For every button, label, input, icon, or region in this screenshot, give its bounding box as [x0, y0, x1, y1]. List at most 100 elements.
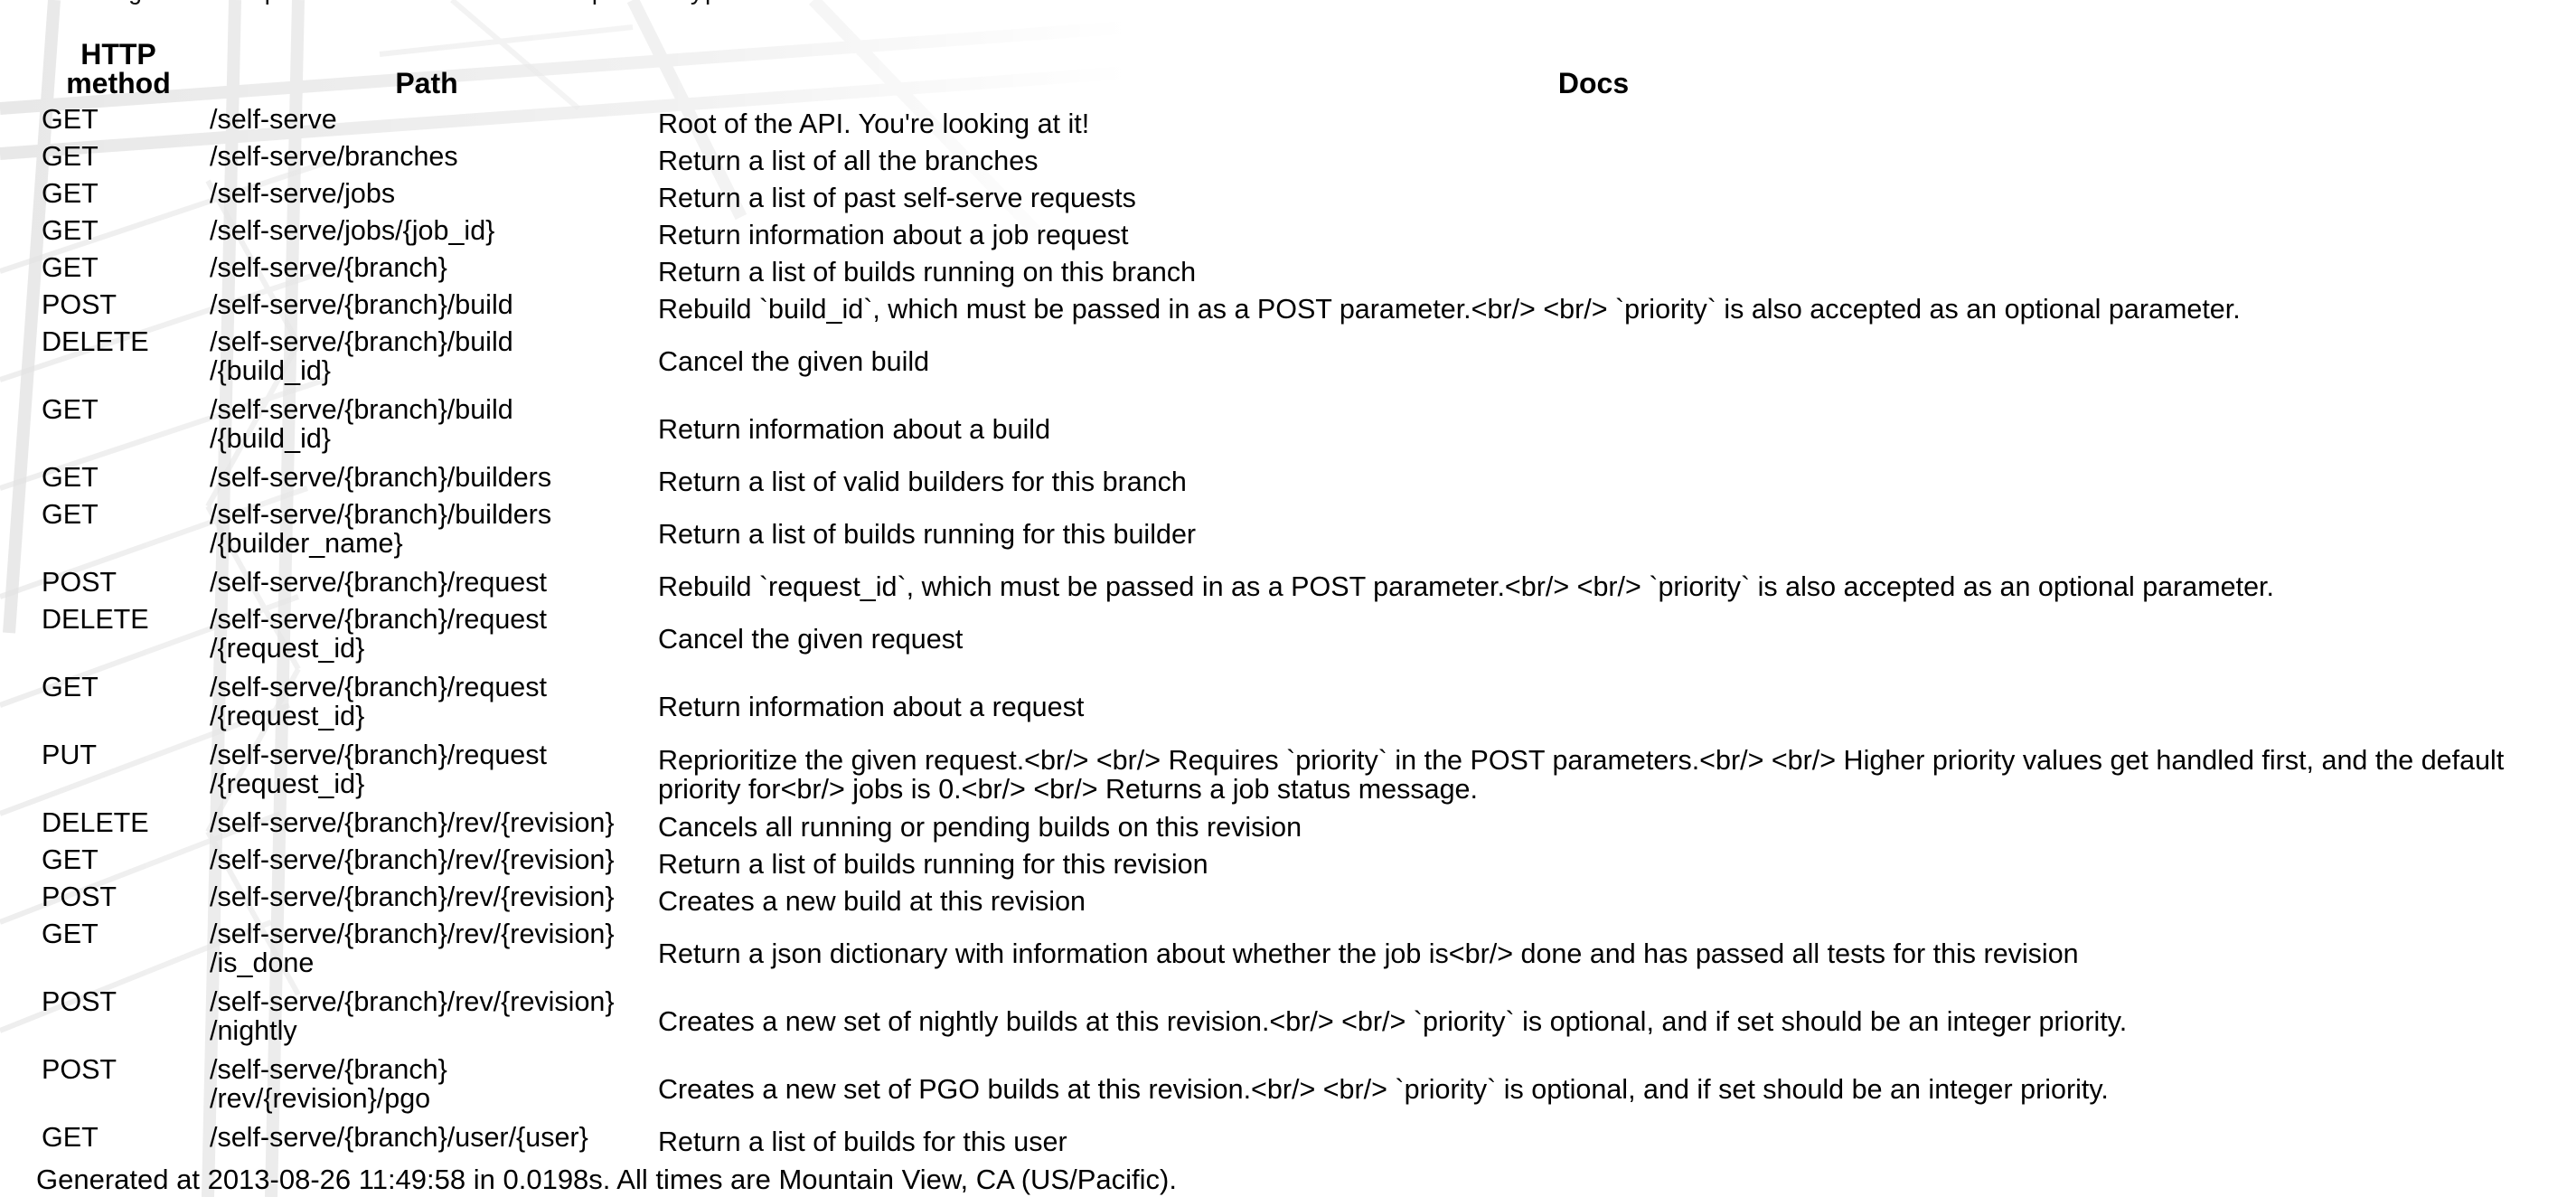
path-cell: /self-serve/{branch}/request/{request_id…: [202, 673, 651, 740]
api-endpoints-table: HTTP method Path Docs GET/self-serve Root…: [34, 40, 2536, 1160]
path-segment: /self-serve/{branch}/request: [210, 672, 547, 702]
path-segment: /nightly: [210, 1015, 297, 1046]
http-method-cell: GET: [42, 178, 99, 209]
path-segment: /self-serve/{branch}/build: [210, 289, 513, 320]
docs-cell: Return a list of builds running for this…: [658, 848, 1208, 880]
http-method-cell: DELETE: [42, 807, 149, 838]
table-row: GET/self-serve/{branch}/request/{request…: [34, 673, 2536, 740]
docs-column-header: Docs: [1557, 67, 1630, 99]
table-row: DELETE/self-serve/{branch}/request/{requ…: [34, 605, 2536, 673]
docs-cell: Return a list of valid builders for this…: [658, 466, 1187, 497]
path-segment: /self-serve/{branch}/user/{user}: [210, 1122, 588, 1153]
path-cell: /self-serve/{branch}/user/{user}: [202, 1123, 651, 1160]
path-cell: /self-serve/{branch}/builders/{builder_n…: [202, 500, 651, 568]
path-cell: /self-serve/{branch}/builders: [202, 463, 651, 500]
docs-cell: Rebuild `request_id`, which must be pass…: [658, 570, 2275, 602]
path-cell: /self-serve/{branch}/request/{request_id…: [202, 605, 651, 673]
table-row: GET/self-serve/jobs/{job_id} Return infor…: [34, 216, 2536, 253]
path-segment: /is_done: [210, 947, 315, 978]
path-cell: /self-serve/{branch}/rev/{revision}: [202, 882, 651, 919]
table-row: POST/self-serve/{branch}/rev/{revision}/…: [34, 987, 2536, 1055]
table-row: GET/self-serve/{branch}/rev/{revision}/i…: [34, 919, 2536, 987]
path-segment: /{request_id}: [210, 633, 365, 664]
table-body: GET/self-serve Root of the API. You're lo…: [34, 105, 2536, 1160]
path-cell: /self-serve/{branch}: [202, 253, 651, 290]
path-cell: /self-serve/{branch}/build/{build_id}: [202, 327, 651, 395]
table-row: GET/self-serve/jobs Return a list of past…: [34, 179, 2536, 216]
docs-cell: Return a list of builds for this user: [658, 1126, 1067, 1157]
path-cell: /self-serve/{branch}/rev/{revision}/nigh…: [202, 987, 651, 1055]
docs-cell: Return a list of all the branches: [658, 145, 1039, 176]
http-method-cell: DELETE: [42, 604, 149, 635]
docs-cell: Return a json dictionary with informatio…: [658, 938, 2079, 969]
path-cell: /self-serve/{branch}/request: [202, 568, 651, 605]
path-segment: /self-serve/jobs: [210, 178, 396, 209]
path-segment: /self-serve/{branch}/request: [210, 740, 547, 770]
docs-cell: Creates a new set of nightly builds at t…: [658, 1005, 2128, 1037]
docs-cell: Return information about a build: [658, 413, 1051, 445]
http-method-cell: GET: [42, 394, 99, 425]
docs-cell: Return a list of builds running for this…: [658, 518, 1197, 550]
path-segment: /{build_id}: [210, 423, 331, 454]
table-row: GET/self-serve/{branch}/builders/{builde…: [34, 500, 2536, 568]
http-method-cell: GET: [42, 672, 99, 702]
path-cell: /self-serve/{branch}/rev/{revision}: [202, 808, 651, 845]
docs-cell: Root of the API. You're looking at it!: [658, 108, 1090, 139]
table-row: GET/self-serve/{branch}/builders Return a…: [34, 463, 2536, 500]
path-segment: /self-serve/{branch}/builders: [210, 462, 552, 493]
intro-text: Missing or bad parameters for the reques…: [36, 0, 1160, 7]
http-method-cell: POST: [42, 1054, 118, 1085]
docs-cell: Rebuild `build_id`, which must be passed…: [658, 293, 2241, 325]
table-row: POST/self-serve/{branch}/build Rebuild `b…: [34, 290, 2536, 327]
table-row: DELETE/self-serve/{branch}/build/{build_…: [34, 327, 2536, 395]
docs-cell: Cancel the given request: [658, 623, 964, 655]
path-column-header: Path: [395, 67, 458, 99]
table-row: GET/self-serve/{branch} Return a list of …: [34, 253, 2536, 290]
path-segment: /self-serve/{branch}/build: [210, 394, 513, 425]
table-row: GET/self-serve/{branch}/rev/{revision} Re…: [34, 845, 2536, 882]
method-column-header: HTTP method: [66, 38, 171, 99]
http-method-cell: GET: [42, 462, 99, 493]
http-method-cell: GET: [42, 499, 99, 530]
http-method-cell: POST: [42, 986, 118, 1017]
http-method-cell: POST: [42, 567, 118, 598]
path-segment: /self-serve/jobs/{job_id}: [210, 215, 495, 246]
path-segment: /self-serve/{branch}/request: [210, 604, 547, 635]
path-segment: /{builder_name}: [210, 528, 403, 559]
http-method-cell: POST: [42, 881, 118, 912]
path-cell: /self-serve/{branch}/request/{request_id…: [202, 740, 651, 808]
path-segment: /self-serve/{branch}/rev/{revision}: [210, 986, 615, 1017]
path-segment: /self-serve/{branch}: [210, 252, 447, 283]
path-segment: /{request_id}: [210, 768, 365, 799]
path-cell: /self-serve/{branch}/build/{build_id}: [202, 395, 651, 463]
path-cell: /self-serve/{branch}/rev/{revision}: [202, 845, 651, 882]
docs-cell: Cancel the given build: [658, 345, 930, 377]
path-segment: /self-serve/{branch}/rev/{revision}: [210, 919, 615, 949]
docs-cell: Creates a new set of PGO builds at this …: [658, 1073, 2109, 1105]
path-cell: /self-serve/branches: [202, 142, 651, 179]
http-method-cell: GET: [42, 141, 99, 172]
table-row: GET/self-serve Root of the API. You're lo…: [34, 105, 2536, 142]
path-segment: /self-serve/{branch}/builders: [210, 499, 552, 530]
docs-cell: Return a list of builds running on this …: [658, 256, 1197, 287]
http-method-cell: GET: [42, 252, 99, 283]
path-segment: /self-serve/{branch}/rev/{revision}: [210, 807, 615, 838]
table-row: POST/self-serve/{branch}/rev/{revision} C…: [34, 882, 2536, 919]
table-row: DELETE/self-serve/{branch}/rev/{revision…: [34, 808, 2536, 845]
path-segment: /{build_id}: [210, 355, 331, 386]
http-method-cell: GET: [42, 919, 99, 949]
http-method-cell: GET: [42, 215, 99, 246]
table-row: POST/self-serve/{branch}/request Rebuild …: [34, 568, 2536, 605]
path-cell: /self-serve/jobs/{job_id}: [202, 216, 651, 253]
path-segment: /self-serve: [210, 104, 337, 135]
table-row: POST/self-serve/{branch}/rev/{revision}/…: [34, 1055, 2536, 1123]
http-method-cell: GET: [42, 844, 99, 875]
http-method-cell: DELETE: [42, 326, 149, 357]
path-segment: /self-serve/{branch}: [210, 1054, 447, 1085]
path-segment: /self-serve/{branch}/rev/{revision}: [210, 844, 615, 875]
table-header-row: HTTP method Path Docs: [34, 40, 2536, 105]
table-row: PUT/self-serve/{branch}/request/{request…: [34, 740, 2536, 808]
path-cell: /self-serve: [202, 105, 651, 142]
docs-cell: Return information about a request: [658, 691, 1085, 722]
docs-cell: Cancels all running or pending builds on…: [658, 811, 1302, 843]
